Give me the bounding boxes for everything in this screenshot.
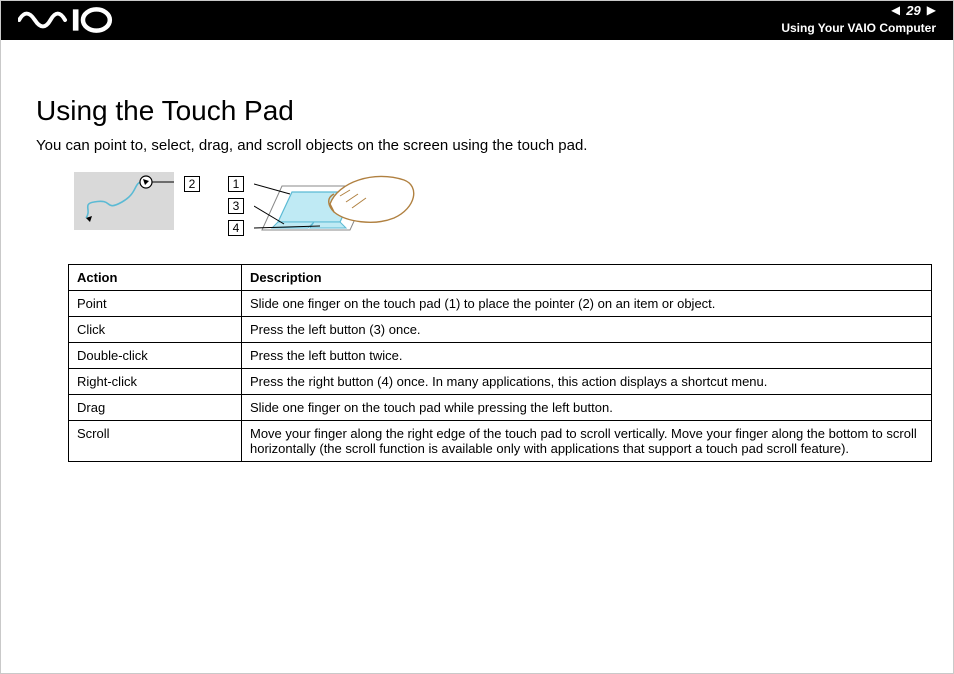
cell-description: Press the left button twice. <box>242 343 932 369</box>
callout-column: 1 3 4 <box>228 176 244 236</box>
page-content: Using the Touch Pad You can point to, se… <box>0 40 954 462</box>
table-row: Double-click Press the left button twice… <box>69 343 932 369</box>
callout-4: 4 <box>228 220 244 236</box>
section-title: Using Your VAIO Computer <box>781 21 936 35</box>
touchpad-diagram: 2 1 3 4 <box>74 172 918 252</box>
page-number: 29 <box>900 3 926 18</box>
cell-action: Scroll <box>69 421 242 462</box>
pointer-trail-panel <box>74 172 174 230</box>
cell-description: Slide one finger on the touch pad (1) to… <box>242 291 932 317</box>
col-header-action: Action <box>69 265 242 291</box>
intro-text: You can point to, select, drag, and scro… <box>36 137 918 154</box>
actions-table: Action Description Point Slide one finge… <box>68 264 932 462</box>
vaio-logo <box>18 6 130 34</box>
cell-action: Point <box>69 291 242 317</box>
touchpad-illustration <box>254 172 422 252</box>
callout-3: 3 <box>228 198 244 214</box>
table-row: Right-click Press the right button (4) o… <box>69 369 932 395</box>
prev-page-icon[interactable]: ◀ <box>891 4 900 16</box>
table-row: Scroll Move your finger along the right … <box>69 421 932 462</box>
table-row: Point Slide one finger on the touch pad … <box>69 291 932 317</box>
table-header-row: Action Description <box>69 265 932 291</box>
callout-2: 2 <box>184 176 200 192</box>
cell-description: Slide one finger on the touch pad while … <box>242 395 932 421</box>
cell-description: Press the right button (4) once. In many… <box>242 369 932 395</box>
cell-description: Move your finger along the right edge of… <box>242 421 932 462</box>
cell-action: Drag <box>69 395 242 421</box>
col-header-description: Description <box>242 265 932 291</box>
cell-description: Press the left button (3) once. <box>242 317 932 343</box>
header-bar: ◀ 29 ▶ Using Your VAIO Computer <box>0 0 954 40</box>
table-row: Click Press the left button (3) once. <box>69 317 932 343</box>
next-page-icon[interactable]: ▶ <box>927 4 936 16</box>
table-row: Drag Slide one finger on the touch pad w… <box>69 395 932 421</box>
callout-1: 1 <box>228 176 244 192</box>
cell-action: Right-click <box>69 369 242 395</box>
page-title: Using the Touch Pad <box>36 95 918 127</box>
cell-action: Click <box>69 317 242 343</box>
cell-action: Double-click <box>69 343 242 369</box>
